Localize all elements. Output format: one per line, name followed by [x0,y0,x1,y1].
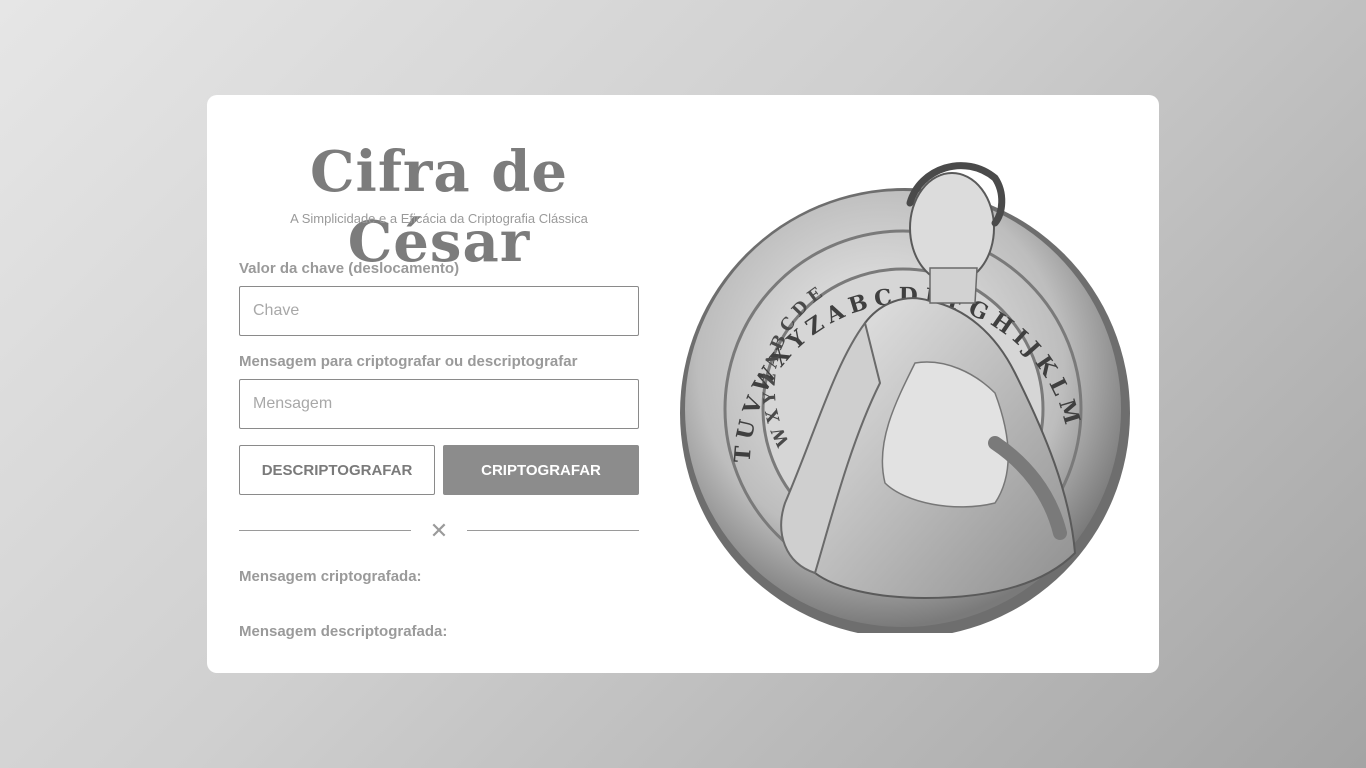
encrypted-label: Mensagem criptografada: [239,568,422,585]
cipher-card: Cifra de César A Simplicidade e a Eficác… [207,95,1159,673]
clear-icon[interactable]: ✕ [425,519,453,543]
decrypt-button[interactable]: DESCRIPTOGRAFAR [239,445,435,495]
key-input[interactable] [239,286,639,336]
page-title: Cifra de César [309,139,568,275]
page-subtitle: A Simplicidade e a Eficácia da Criptogra… [290,211,588,226]
key-label: Valor da chave (deslocamento) [239,260,460,277]
divider-right [467,530,639,531]
caesar-coin-illustration: TUVWXYZABCDEFGHIJKLM WXYZABCDE [680,162,1130,633]
decrypted-label: Mensagem descriptografada: [239,623,448,640]
message-input[interactable] [239,379,639,429]
encrypt-button[interactable]: CRIPTOGRAFAR [443,445,639,495]
message-label: Mensagem para criptografar ou descriptog… [239,353,578,370]
divider-left [239,530,411,531]
